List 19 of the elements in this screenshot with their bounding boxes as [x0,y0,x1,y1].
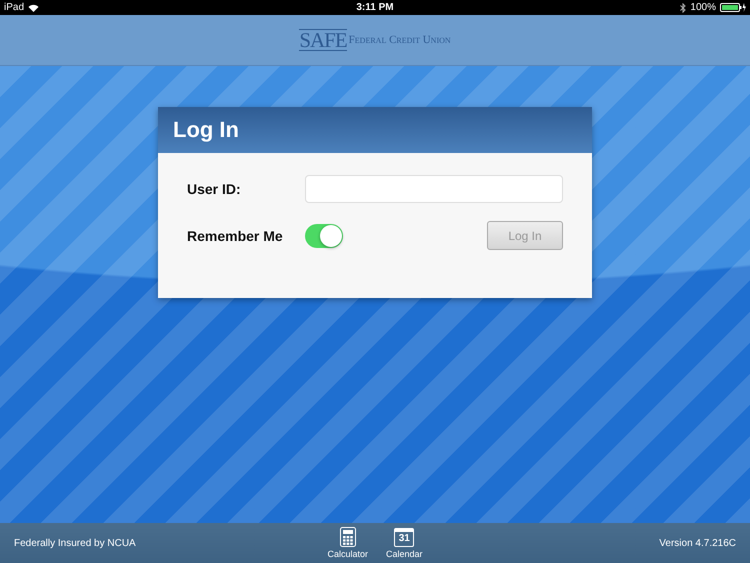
bluetooth-icon [680,2,686,12]
battery-percent: 100% [690,2,716,13]
version-text: Version 4.7.216C [659,538,736,548]
logo-mark: SAFE [299,29,347,51]
tool-label[interactable]: Calendar [386,549,423,559]
calculator-icon [340,527,356,547]
remember-me-toggle[interactable] [305,224,343,248]
user-id-label: User ID: [187,181,242,197]
battery-charging-icon [720,3,746,12]
logo-text: Federal Credit Union [348,34,451,46]
remember-me-label: Remember Me [187,228,284,244]
user-id-field[interactable] [305,175,563,203]
device-name: iPad [4,2,24,13]
insurance-notice: Federally Insured by NCUA [14,538,136,548]
tool-label[interactable]: Calculator [327,549,368,559]
calendar-icon: 31 [394,528,414,547]
wifi-icon [28,4,40,12]
card-title: Log In [173,117,239,143]
clock-time: 3:11 PM [356,2,394,13]
